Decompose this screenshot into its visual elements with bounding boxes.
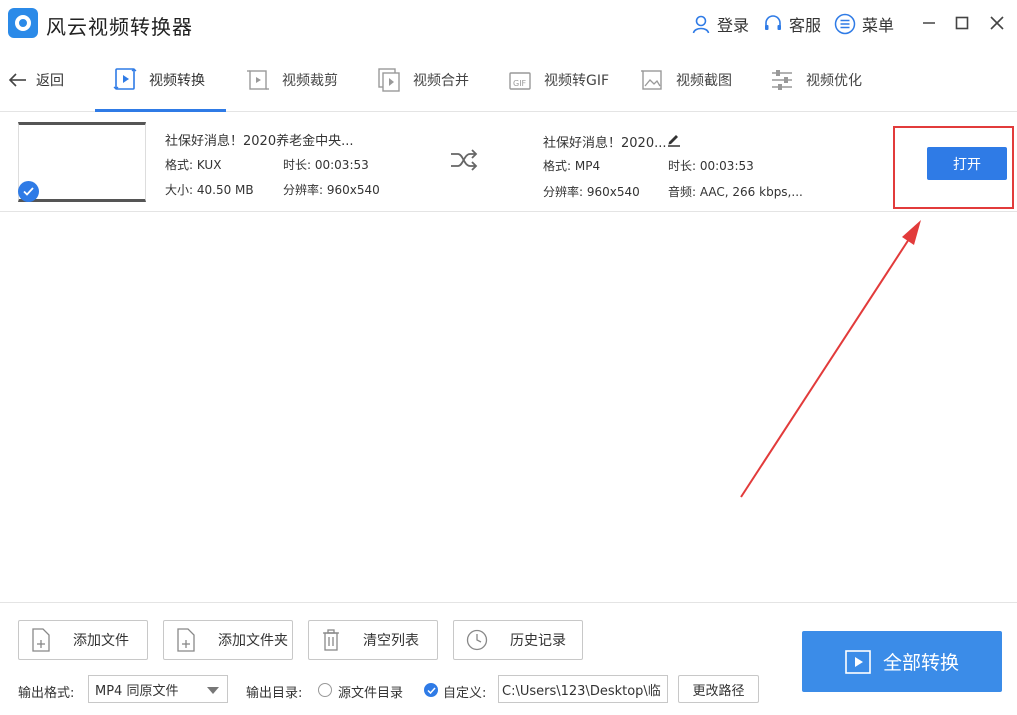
tab-video-optimize[interactable]: 视频优化 xyxy=(770,66,862,94)
source-dir-option-label[interactable]: 源文件目录 xyxy=(338,682,403,701)
close-icon xyxy=(990,16,1004,30)
file-list-row[interactable]: 社保好消息！2020养老金中央... 格式: KUX 时长: 00:03:53 … xyxy=(0,113,1017,212)
minimize-icon xyxy=(923,22,935,24)
add-file-label: 添加文件 xyxy=(73,633,129,649)
source-resolution: 分辨率: 960x540 xyxy=(283,183,380,197)
output-format-label: 输出格式: xyxy=(18,686,75,701)
change-path-button[interactable]: 更改路径 xyxy=(678,675,759,703)
arrow-left-icon xyxy=(8,73,26,87)
add-file-button[interactable]: 添加文件 xyxy=(18,620,148,660)
screenshot-icon xyxy=(641,70,662,90)
convert-all-label: 全部转换 xyxy=(882,652,959,674)
tab-video-crop[interactable]: 视频裁剪 xyxy=(246,66,338,94)
video-crop-icon xyxy=(247,70,269,90)
output-resolution: 分辨率: 960x540 xyxy=(543,185,640,199)
title-bar: 风云视频转换器 登录 客服 菜单 xyxy=(0,0,1017,46)
source-duration: 时长: 00:03:53 xyxy=(283,158,369,172)
login-label: 登录 xyxy=(717,16,750,35)
output-file-name: 社保好消息！2020... xyxy=(543,136,667,151)
add-folder-label: 添加文件夹 xyxy=(218,633,288,649)
nav-bar: 返回 视频转换 视频裁剪 视频合并 GIF 视频转GIF 视频截图 视频优化 xyxy=(0,46,1017,112)
output-path-field[interactable]: C:\Users\123\Desktop\临 xyxy=(498,675,668,703)
tab-label: 视频合并 xyxy=(413,73,469,89)
open-button[interactable]: 打开 xyxy=(927,147,1007,180)
source-size: 大小: 40.50 MB xyxy=(165,183,254,197)
video-convert-icon xyxy=(113,68,137,90)
check-icon xyxy=(426,686,436,694)
custom-option-label[interactable]: 自定义: xyxy=(443,682,486,701)
sliders-icon xyxy=(772,70,792,90)
clear-list-button[interactable]: 清空列表 xyxy=(308,620,438,660)
svg-text:GIF: GIF xyxy=(513,79,527,88)
close-button[interactable] xyxy=(986,12,1008,34)
output-dir-label: 输出目录: xyxy=(246,686,303,701)
tab-label: 视频转GIF xyxy=(544,73,610,89)
tab-video-merge[interactable]: 视频合并 xyxy=(377,66,469,94)
headset-icon xyxy=(765,15,781,30)
login-button[interactable]: 登录 xyxy=(691,12,749,36)
active-tab-indicator xyxy=(95,109,226,112)
menu-button[interactable]: 菜单 xyxy=(834,12,894,36)
output-format-select[interactable]: MP4 同原文件 xyxy=(88,675,228,703)
tab-video-to-gif[interactable]: GIF 视频转GIF xyxy=(508,66,609,94)
output-audio: 音频: AAC, 266 kbps,... xyxy=(668,185,803,199)
convert-all-button[interactable]: 全部转换 xyxy=(802,631,1002,692)
tab-video-convert[interactable]: 视频转换 xyxy=(113,66,205,94)
bottom-panel: 添加文件 添加文件夹 清空列表 历史记录 全部转换 输出格式: MP4 同原文件… xyxy=(0,602,1017,715)
source-file-name: 社保好消息！2020养老金中央... xyxy=(165,134,354,149)
tab-label: 视频截图 xyxy=(676,73,732,89)
customer-service-button[interactable]: 客服 xyxy=(763,12,821,36)
minimize-button[interactable] xyxy=(918,12,940,34)
history-label: 历史记录 xyxy=(510,633,566,649)
output-duration: 时长: 00:03:53 xyxy=(668,159,754,173)
user-icon xyxy=(692,15,710,34)
tab-label: 视频转换 xyxy=(149,73,205,89)
app-title: 风云视频转换器 xyxy=(46,15,193,39)
custom-dir-radio[interactable] xyxy=(424,683,438,697)
back-button[interactable]: 返回 xyxy=(8,68,64,92)
source-dir-radio[interactable] xyxy=(318,683,332,697)
output-format: 格式: MP4 xyxy=(543,159,601,173)
tab-label: 视频裁剪 xyxy=(282,73,338,89)
add-file-icon xyxy=(32,628,50,652)
edit-name-icon[interactable] xyxy=(666,131,682,151)
app-logo-icon xyxy=(8,8,38,38)
history-button[interactable]: 历史记录 xyxy=(453,620,583,660)
output-format-value: MP4 同原文件 xyxy=(95,683,179,699)
source-format: 格式: KUX xyxy=(165,158,222,172)
clear-list-label: 清空列表 xyxy=(363,633,419,649)
menu-icon xyxy=(834,13,856,35)
menu-label: 菜单 xyxy=(862,16,895,35)
add-folder-button[interactable]: 添加文件夹 xyxy=(163,620,293,660)
tab-video-screenshot[interactable]: 视频截图 xyxy=(640,66,732,94)
maximize-button[interactable] xyxy=(951,12,973,34)
service-label: 客服 xyxy=(789,16,822,35)
gif-icon: GIF xyxy=(509,72,531,90)
trash-icon xyxy=(323,629,339,651)
maximize-icon xyxy=(955,16,969,30)
clock-icon xyxy=(466,629,488,651)
selected-check-icon[interactable] xyxy=(18,181,39,202)
add-folder-icon xyxy=(177,628,195,652)
back-label: 返回 xyxy=(36,73,64,89)
play-icon xyxy=(845,649,871,674)
video-merge-icon xyxy=(378,68,400,92)
convert-arrow-icon xyxy=(449,149,479,175)
tab-label: 视频优化 xyxy=(806,73,862,89)
chevron-down-icon xyxy=(207,687,219,694)
